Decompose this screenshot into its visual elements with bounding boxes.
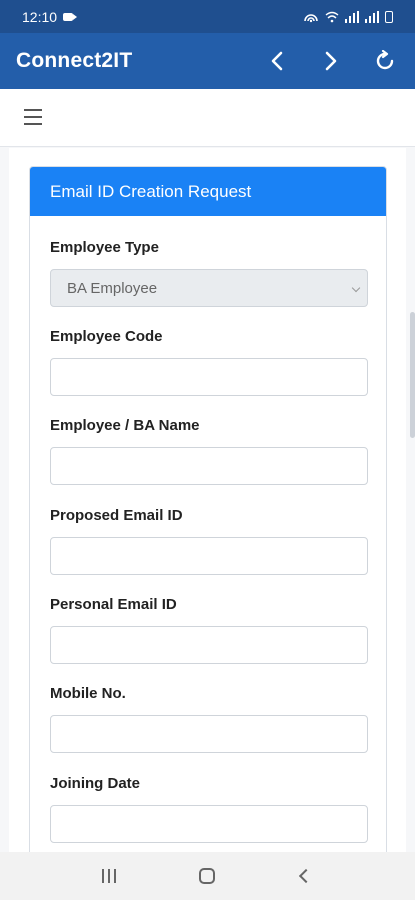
- back-arrow-icon[interactable]: [263, 47, 291, 75]
- status-icons: [303, 10, 393, 23]
- employee-code-input[interactable]: [50, 358, 368, 396]
- screen-record-icon: [63, 12, 78, 21]
- employee-type-select[interactable]: BA Employee: [50, 269, 368, 307]
- web-toolbar: [0, 89, 415, 147]
- refresh-icon[interactable]: [371, 47, 399, 75]
- status-bar: 12:10: [0, 0, 415, 33]
- app-nav-icons: [263, 47, 399, 75]
- employee-name-input[interactable]: [50, 447, 368, 485]
- joining-date-input[interactable]: [50, 805, 368, 843]
- mobile-no-input[interactable]: [50, 715, 368, 753]
- scrollbar[interactable]: [410, 312, 415, 438]
- proposed-email-input[interactable]: [50, 537, 368, 575]
- signal-icon-2: [365, 10, 379, 23]
- form-header: Email ID Creation Request: [30, 167, 386, 216]
- hotspot-icon: [304, 13, 318, 22]
- status-time: 12:10: [22, 8, 58, 25]
- recents-icon: [102, 869, 117, 883]
- proposed-email-label: Proposed Email ID: [50, 507, 183, 524]
- employee-code-label: Employee Code: [50, 328, 163, 345]
- home-button[interactable]: [187, 856, 227, 896]
- battery-icon: [385, 10, 393, 23]
- app-bar: Connect2IT: [0, 33, 415, 89]
- page-content: Email ID Creation Request Employee Type …: [9, 148, 406, 866]
- employee-type-value: BA Employee: [67, 280, 158, 297]
- employee-name-label: Employee / BA Name: [50, 417, 200, 434]
- app-title: Connect2IT: [16, 49, 133, 72]
- mobile-no-label: Mobile No.: [50, 685, 126, 702]
- signal-icon: [345, 10, 359, 23]
- forward-arrow-icon[interactable]: [317, 47, 345, 75]
- personal-email-label: Personal Email ID: [50, 596, 177, 613]
- home-icon: [199, 868, 216, 884]
- request-form-card: Email ID Creation Request Employee Type …: [29, 166, 387, 866]
- employee-type-label: Employee Type: [50, 239, 159, 256]
- chevron-down-icon: [351, 283, 361, 293]
- back-icon: [298, 868, 313, 884]
- wifi-icon: [325, 11, 339, 22]
- joining-date-label: Joining Date: [50, 775, 141, 792]
- personal-email-input[interactable]: [50, 626, 368, 664]
- system-back-button[interactable]: [286, 856, 326, 896]
- system-nav-bar: [0, 852, 415, 900]
- hamburger-menu-icon[interactable]: [24, 109, 42, 125]
- recents-button[interactable]: [89, 856, 129, 896]
